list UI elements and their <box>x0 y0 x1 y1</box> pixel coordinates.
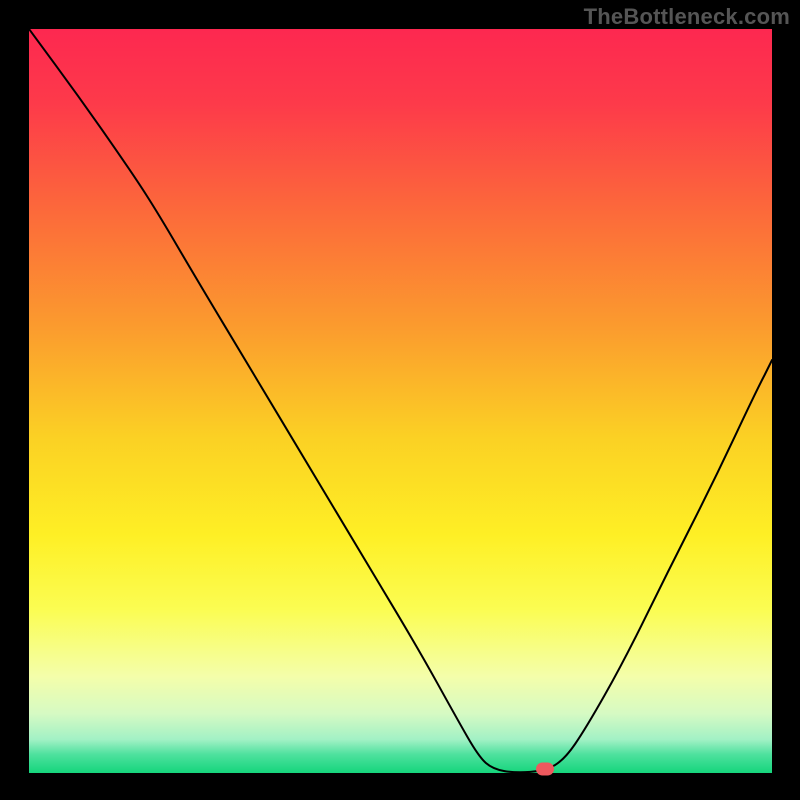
plot-svg <box>29 29 772 773</box>
gradient-background <box>29 29 772 773</box>
plot-area <box>29 29 772 773</box>
chart-frame: TheBottleneck.com <box>0 0 800 800</box>
bottleneck-marker <box>536 762 554 775</box>
watermark-text: TheBottleneck.com <box>584 4 790 30</box>
